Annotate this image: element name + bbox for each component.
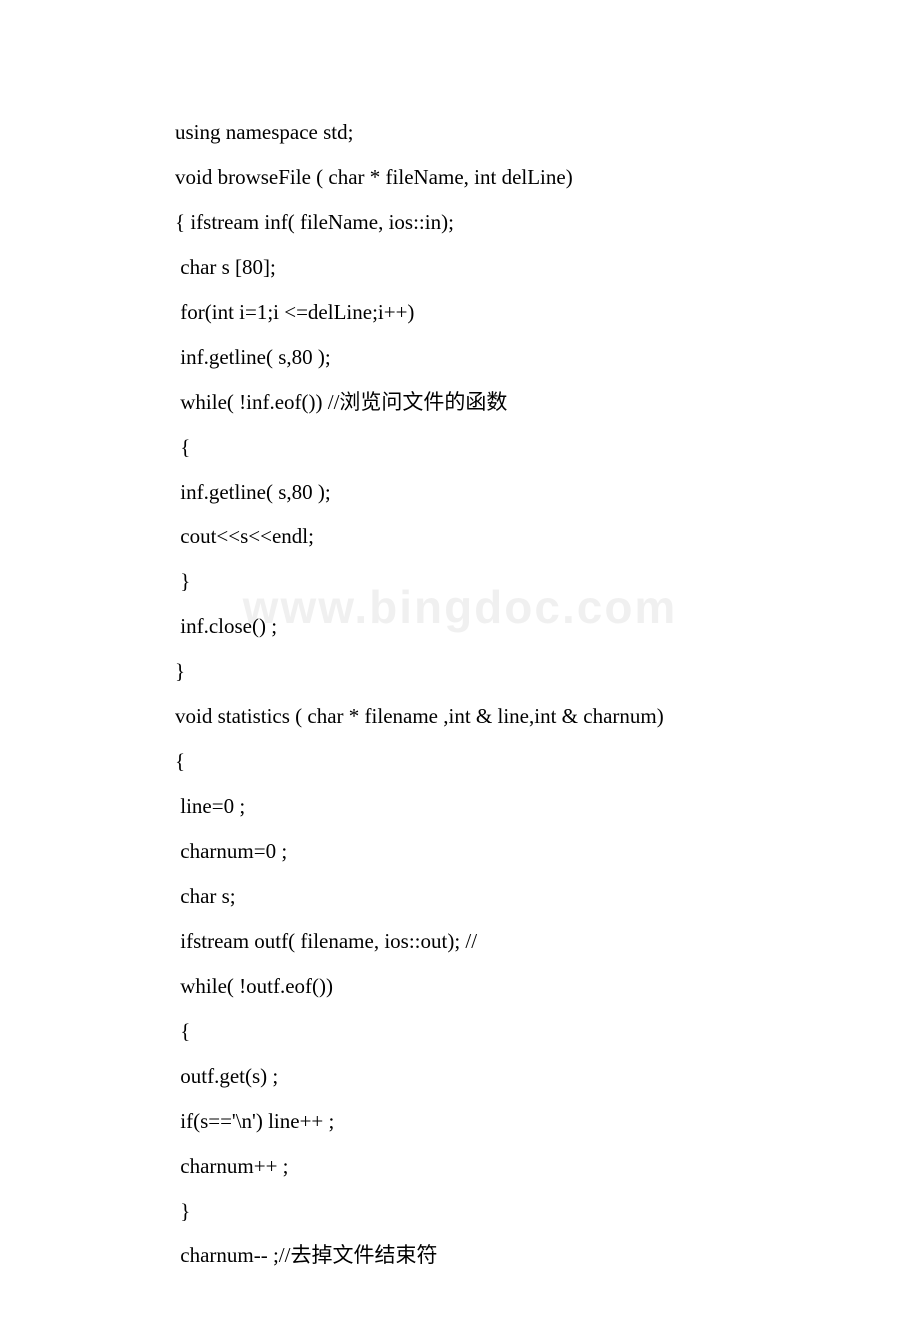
- code-line: charnum++ ;: [175, 1144, 745, 1189]
- code-line: }: [175, 559, 745, 604]
- code-line: inf.close() ;: [175, 604, 745, 649]
- code-line: void statistics ( char * filename ,int &…: [175, 694, 745, 739]
- code-line: inf.getline( s,80 );: [175, 470, 745, 515]
- code-line: { ifstream inf( fileName, ios::in);: [175, 200, 745, 245]
- document-content: using namespace std; void browseFile ( c…: [0, 0, 920, 1318]
- code-line: charnum-- ;//去掉文件结束符: [175, 1233, 745, 1278]
- code-line: }: [175, 1189, 745, 1234]
- code-line: outf.get(s) ;: [175, 1054, 745, 1099]
- code-line: ifstream outf( filename, ios::out); //: [175, 919, 745, 964]
- code-line: while( !inf.eof()) //浏览问文件的函数: [175, 380, 745, 425]
- code-line: inf.getline( s,80 );: [175, 335, 745, 380]
- code-line: using namespace std;: [175, 110, 745, 155]
- code-line: charnum=0 ;: [175, 829, 745, 874]
- code-line: cout<<s<<endl;: [175, 514, 745, 559]
- code-line: char s [80];: [175, 245, 745, 290]
- code-line: {: [175, 1009, 745, 1054]
- code-line: if(s=='\n') line++ ;: [175, 1099, 745, 1144]
- code-line: for(int i=1;i <=delLine;i++): [175, 290, 745, 335]
- code-line: void browseFile ( char * fileName, int d…: [175, 155, 745, 200]
- code-line: while( !outf.eof()): [175, 964, 745, 1009]
- code-line: {: [175, 425, 745, 470]
- code-line: char s;: [175, 874, 745, 919]
- code-line: {: [175, 739, 745, 784]
- code-line: line=0 ;: [175, 784, 745, 829]
- code-line: }: [175, 649, 745, 694]
